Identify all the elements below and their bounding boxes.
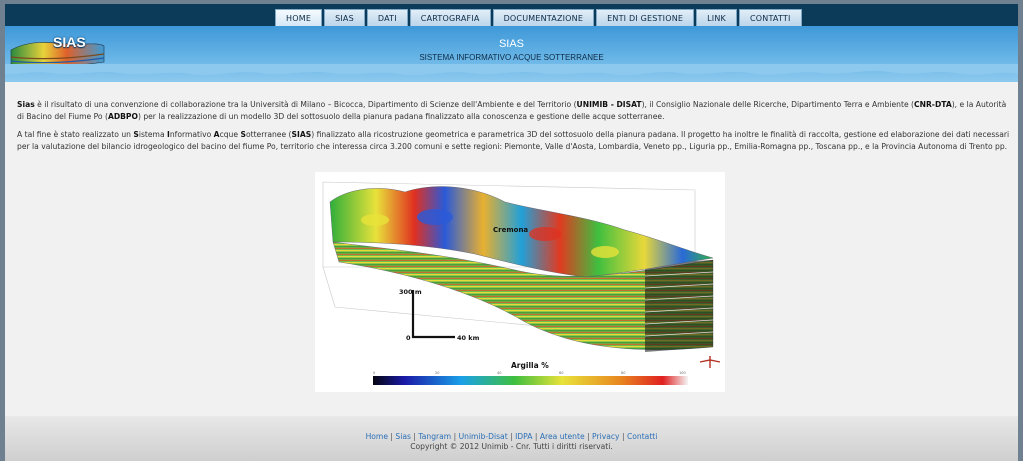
- intro-paragraph: Sias è il risultato di una convenzione d…: [17, 99, 1013, 123]
- footer-link-idpa[interactable]: IDPA: [515, 432, 532, 441]
- vertical-scale-label: 300 m: [399, 288, 422, 296]
- footer-link-sias[interactable]: Sias: [395, 432, 411, 441]
- p1-text-1: è il risultato di una convenzione di col…: [34, 100, 577, 109]
- p2-text-1: A tal fine è stato realizzato un: [17, 130, 134, 139]
- footer-link-area-utente[interactable]: Area utente: [540, 432, 585, 441]
- nav-link[interactable]: LINK: [696, 9, 737, 27]
- legend-title: Argilla %: [511, 361, 549, 370]
- nav-contatti[interactable]: CONTATTI: [739, 9, 802, 27]
- footer-separator: |: [619, 432, 627, 441]
- description-paragraph: A tal fine è stato realizzato un Sistema…: [17, 129, 1013, 153]
- p2-sias-strong: SIAS: [291, 130, 312, 139]
- main-nav: HOME SIAS DATI CARTOGRAFIA DOCUMENTAZION…: [275, 9, 802, 27]
- unimib-strong: UNIMIB - DISAT: [576, 100, 642, 109]
- nav-sias[interactable]: SIAS: [324, 9, 365, 27]
- legend-tick-20: 20: [435, 371, 439, 375]
- footer-links: Home | Sias | Tangram | Unimib-Disat | I…: [5, 432, 1018, 441]
- legend-tick-60: 60: [559, 371, 563, 375]
- footer-link-privacy[interactable]: Privacy: [592, 432, 620, 441]
- legend-tick-0: 0: [373, 371, 375, 375]
- p2-text-3: nformativo: [169, 130, 214, 139]
- footer-link-home[interactable]: Home: [366, 432, 388, 441]
- p2-text-4: cque: [219, 130, 241, 139]
- banner-wave: [5, 64, 1018, 76]
- site-title: SIAS: [498, 38, 525, 50]
- footer-separator: |: [507, 432, 516, 441]
- scale-origin-label: 0: [406, 334, 411, 342]
- p2-text-2: istema: [138, 130, 168, 139]
- adbpo-strong: ADBPO: [107, 112, 138, 121]
- cnr-strong: CNR-DTA: [914, 100, 952, 109]
- sias-strong: Sias: [17, 100, 35, 109]
- city-label-cremona: Cremona: [493, 226, 528, 234]
- nav-cartografia[interactable]: CARTOGRAFIA: [409, 9, 491, 27]
- horizontal-scale-label: 40 km: [457, 334, 480, 342]
- p2-text-5: otterranee (: [245, 130, 292, 139]
- p1-text-2: ), il Consiglio Nazionale delle Ricerche…: [641, 100, 915, 109]
- nav-dati[interactable]: DATI: [366, 9, 408, 27]
- legend-tick-100: 100: [679, 371, 686, 375]
- nav-documentazione[interactable]: DOCUMENTAZIONE: [492, 9, 595, 27]
- footer-link-unimib-disat[interactable]: Unimib-Disat: [459, 432, 508, 441]
- page-frame: HOME SIAS DATI CARTOGRAFIA DOCUMENTAZION…: [5, 4, 1018, 461]
- nav-enti-di-gestione[interactable]: ENTI DI GESTIONE: [596, 9, 695, 27]
- top-bar: HOME SIAS DATI CARTOGRAFIA DOCUMENTAZION…: [5, 4, 1018, 27]
- nav-home[interactable]: HOME: [275, 9, 323, 27]
- legend-color-bar: [373, 376, 688, 385]
- main-content: Sias è il risultato di una convenzione d…: [17, 99, 1013, 159]
- footer-separator: |: [532, 432, 540, 441]
- footer-link-contatti[interactable]: Contatti: [627, 432, 657, 441]
- legend-tick-40: 40: [497, 371, 501, 375]
- copyright-text: Copyright © 2012 Unimib - Cnr. Tutti i d…: [410, 442, 613, 451]
- legend-tick-80: 80: [621, 371, 625, 375]
- footer: Home | Sias | Tangram | Unimib-Disat | I…: [5, 416, 1018, 461]
- footer-separator: |: [451, 432, 459, 441]
- footer-link-tangram[interactable]: Tangram: [418, 432, 451, 441]
- site-subtitle: SISTEMA INFORMATIVO ACQUE SOTTERRANEE: [419, 53, 604, 62]
- footer-separator: |: [584, 432, 593, 441]
- p1-text-4: ) per la realizzazione di un modello 3D …: [137, 112, 665, 121]
- subsurface-3d-model-image: Cremona 300 m 0 40 km Argilla % 0 20 40 …: [315, 172, 725, 392]
